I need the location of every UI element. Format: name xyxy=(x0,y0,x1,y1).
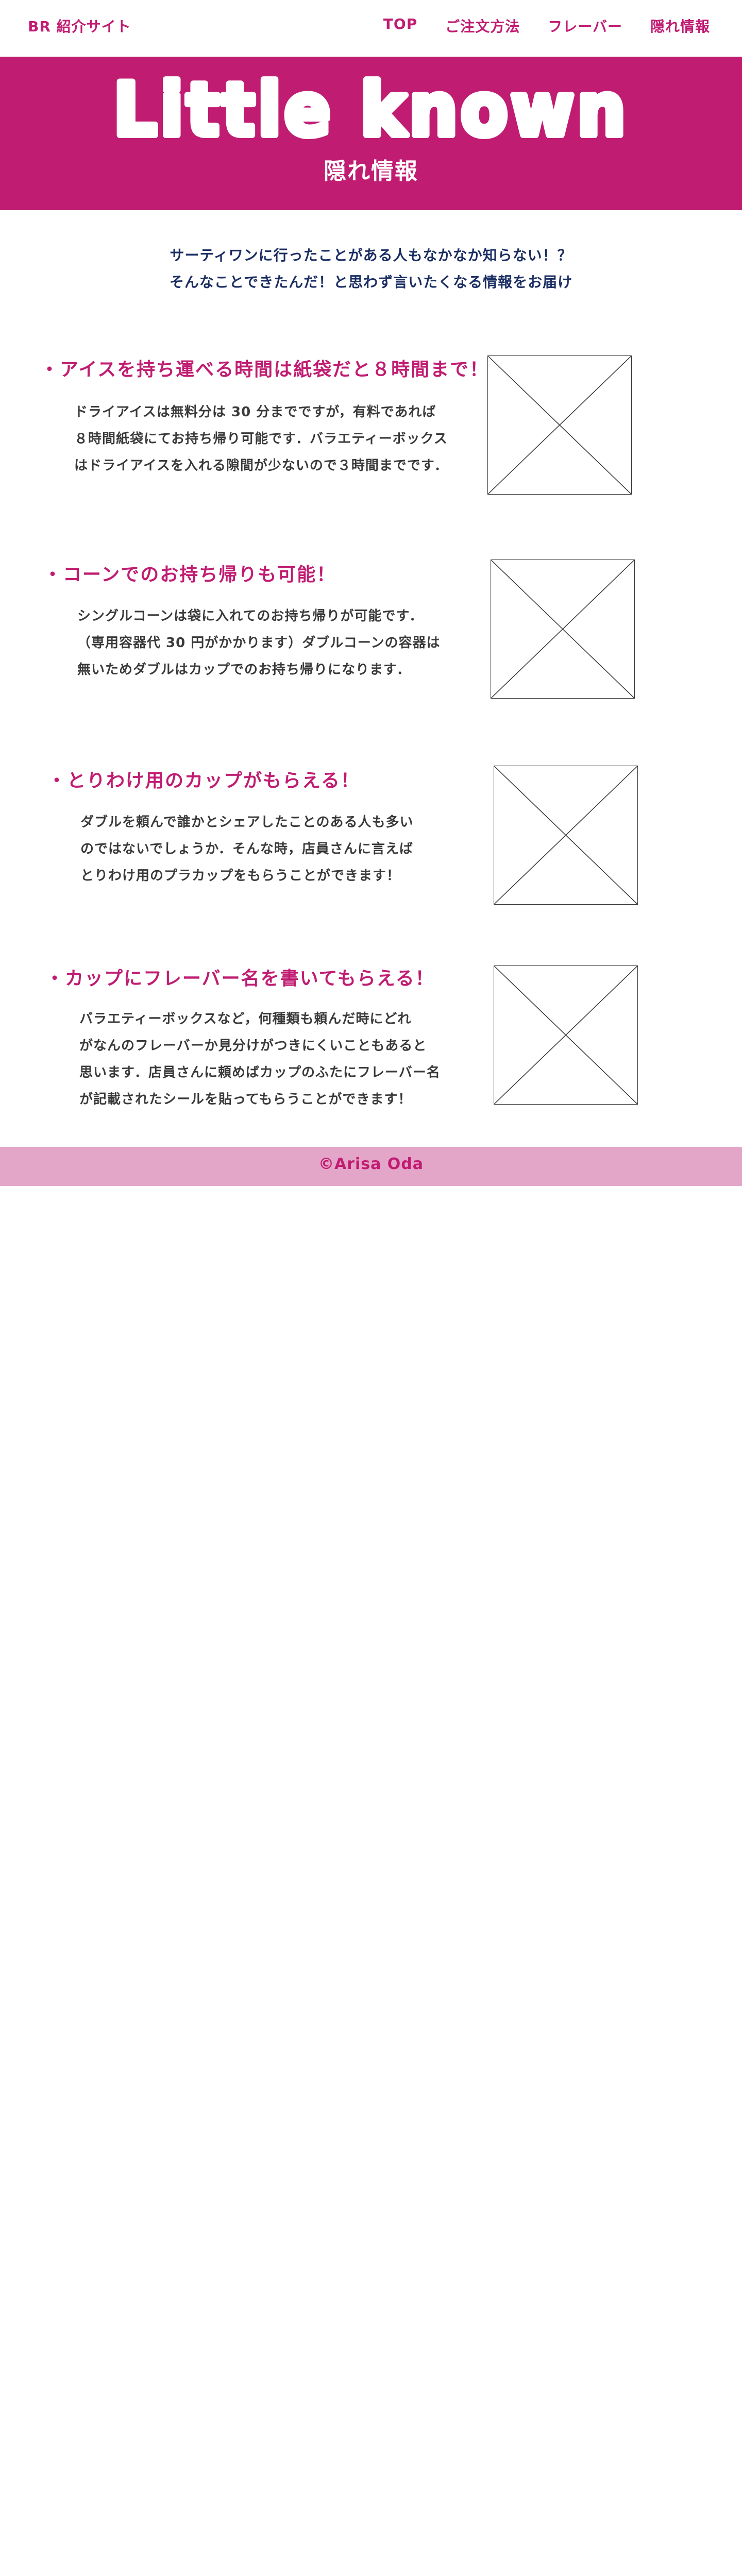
section-body: シングルコーンは袋に入れてのお持ち帰りが可能です． （専用容器代 30 円がかか… xyxy=(77,603,440,683)
section-line: 思います．店員さんに頼めばカップのふたにフレーバー名 xyxy=(79,1065,441,1080)
intro-text: サーティワンに行ったことがある人もなかなか知らない！？ そんなことできたんだ！と… xyxy=(0,242,742,296)
section-line: ドライアイスは無料分は 30 分までですが，有料であれば xyxy=(74,404,436,420)
info-section-3: ・とりわけ用のカップがもらえる！ ダブルを頼んで誰かとシェアしたことのある人も多… xyxy=(0,766,742,915)
site-footer: ©Arisa Oda xyxy=(0,1147,742,1186)
image-placeholder xyxy=(494,766,638,905)
nav-item-top[interactable]: TOP xyxy=(383,15,417,36)
image-placeholder xyxy=(487,355,632,495)
section-line: のではないでしょうか．そんな時，店員さんに言えば xyxy=(80,841,413,857)
section-line: ダブルを頼んで誰かとシェアしたことのある人も多い xyxy=(80,815,414,830)
section-line: ８時間紙袋にてお持ち帰り可能です．バラエティーボックス xyxy=(74,431,448,447)
placeholder-cross-icon xyxy=(488,356,631,494)
info-section-1: ・アイスを持ち運べる時間は紙袋だと８時間まで！ ドライアイスは無料分は 30 分… xyxy=(0,354,742,504)
image-placeholder xyxy=(494,965,638,1105)
section-line: とりわけ用のプラカップをもらうことができます！ xyxy=(80,868,401,884)
info-section-4: ・カップにフレーバー名を書いてもらえる！ バラエティーボックスなど，何種類も頼ん… xyxy=(0,963,742,1133)
section-title: ・とりわけ用のカップがもらえる！ xyxy=(47,770,360,791)
section-title: ・カップにフレーバー名を書いてもらえる！ xyxy=(45,968,435,989)
placeholder-cross-icon xyxy=(494,966,637,1104)
section-line: （専用容器代 30 円がかかります）ダブルコーンの容器は xyxy=(77,635,441,651)
hero-banner: Little known 隠れ情報 xyxy=(0,57,742,210)
section-line: シングルコーンは袋に入れてのお持ち帰りが可能です． xyxy=(77,608,424,624)
section-body: バラエティーボックスなど，何種類も頼んだ時にどれ がなんのフレーバーか見分けがつ… xyxy=(79,1006,441,1113)
section-title: ・コーンでのお持ち帰りも可能！ xyxy=(43,564,336,585)
section-line: バラエティーボックスなど，何種類も頼んだ時にどれ xyxy=(79,1011,412,1027)
section-body: ドライアイスは無料分は 30 分までですが，有料であれば ８時間紙袋にてお持ち帰… xyxy=(74,399,448,479)
nav-item-order[interactable]: ご注文方法 xyxy=(445,15,520,36)
section-line: がなんのフレーバーか見分けがつきにくいこともあると xyxy=(79,1038,427,1054)
nav-item-hidden-info[interactable]: 隠れ情報 xyxy=(650,15,710,36)
section-line: が記載されたシールを貼ってもらうことができます！ xyxy=(79,1092,412,1107)
nav-item-flavor[interactable]: フレーバー xyxy=(548,15,622,36)
main-nav: TOP ご注文方法 フレーバー 隠れ情報 xyxy=(383,15,710,36)
section-title: ・アイスを持ち運べる時間は紙袋だと８時間まで！ xyxy=(40,359,490,380)
info-section-2: ・コーンでのお持ち帰りも可能！ シングルコーンは袋に入れてのお持ち帰りが可能です… xyxy=(0,560,742,709)
intro-line-1: サーティワンに行ったことがある人もなかなか知らない！？ xyxy=(170,247,572,264)
section-line: 無いためダブルはカップでのお持ち帰りになります． xyxy=(77,662,411,677)
logo-text: Little known xyxy=(113,74,629,151)
page: BR 紹介サイト TOP ご注文方法 フレーバー 隠れ情報 Little kno… xyxy=(0,0,742,2576)
little-known-logo: Little known xyxy=(110,74,629,151)
placeholder-cross-icon xyxy=(494,766,637,904)
copyright-text: ©Arisa Oda xyxy=(318,1155,424,1173)
section-body: ダブルを頼んで誰かとシェアしたことのある人も多い のではないでしょうか．そんな時… xyxy=(80,809,413,889)
placeholder-cross-icon xyxy=(491,560,634,698)
hero-subtitle: 隠れ情報 xyxy=(324,158,418,184)
image-placeholder xyxy=(491,560,635,699)
section-line: はドライアイスを入れる隙間が少ないので３時間までです． xyxy=(74,458,448,473)
intro-line-2: そんなことできたんだ！と思わず言いたくなる情報をお届け xyxy=(169,274,573,291)
site-header: BR 紹介サイト TOP ご注文方法 フレーバー 隠れ情報 xyxy=(0,0,742,57)
site-brand-link[interactable]: BR 紹介サイト xyxy=(28,15,131,36)
